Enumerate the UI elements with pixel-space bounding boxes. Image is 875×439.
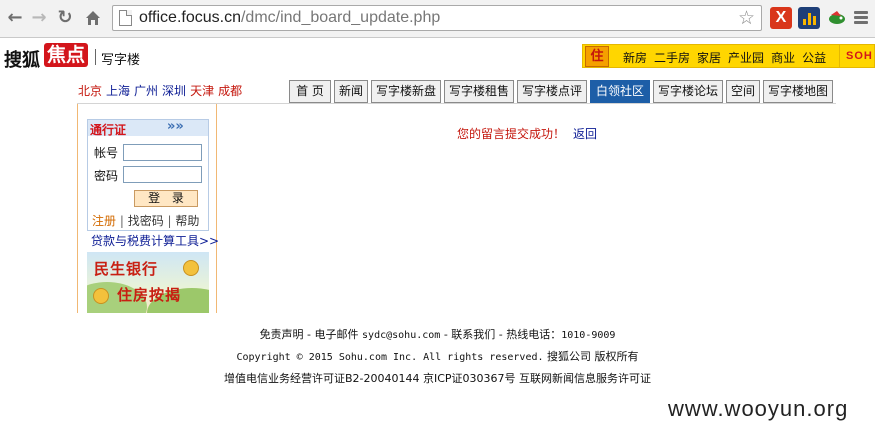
city-link[interactable]: 广州 [134,84,158,98]
login-button[interactable]: 登 录 [134,190,198,207]
find-password-link[interactable]: 找密码 [128,214,164,228]
footer-links[interactable]: 免责声明 - 电子邮件 [260,328,359,341]
city-selector: 北京 上海 广州 深圳 天津 成都 [78,82,246,99]
nav-tab[interactable]: 首 页 [289,80,331,103]
banner-line2: 住房按揭 [117,286,182,304]
coin-icon [183,260,199,276]
loan-tax-calculator-link[interactable]: 贷款与税费计算工具>> [91,232,219,249]
topnav-item[interactable]: 二手房 [654,51,690,65]
footer-line3: 增值电信业务经营许可证B2-20040144 京ICP证030367号 互联网新… [0,370,875,386]
extension-x-icon[interactable]: X [770,7,792,29]
back-link[interactable]: 返回 [573,127,597,141]
footer-licenses: 增值电信业务经营许可证B2-20040144 京ICP证030367号 互联网新… [223,372,652,385]
topnav-item[interactable]: 家居 [697,51,721,65]
nav-tab[interactable]: 新闻 [334,80,368,103]
footer-copyright: Copyright © 2015 Sohu.com Inc. All right… [236,352,544,363]
footer-line2: Copyright © 2015 Sohu.com Inc. All right… [0,348,875,364]
city-link[interactable]: 天津 [190,84,214,98]
footer-contact[interactable]: - 联系我们 - 热线电话： [444,328,561,341]
menu-icon[interactable] [852,7,870,29]
topnav-item[interactable]: 新房 [623,51,647,65]
nav-tab[interactable]: 写字楼地图 [763,80,833,103]
sidebar: 通行证 »» 帐号 密码 登 录 注册 | 找密码 | 帮助 贷款与税费计算工具… [77,104,219,313]
help-link[interactable]: 帮助 [175,214,199,228]
account-input[interactable] [123,144,202,161]
address-bar[interactable]: office.focus.cn/dmc/ind_board_update.php… [112,5,762,31]
login-links: 注册 | 找密码 | 帮助 [92,214,200,228]
success-text: 您的留言提交成功！ [457,127,566,141]
register-link[interactable]: 注册 [92,214,116,228]
coin-icon [93,288,109,304]
topnav-item[interactable]: 公益 [802,51,826,65]
city-link[interactable]: 北京 [78,84,102,98]
back-arrow-icon[interactable]: ← [4,7,26,29]
forward-arrow-icon[interactable]: → [28,7,50,29]
footer-company: 搜狐公司 版权所有 [547,350,639,363]
nav-tab[interactable]: 写字楼论坛 [653,80,723,103]
password-input[interactable] [123,166,202,183]
watermark: www.wooyun.org [668,396,849,421]
city-link[interactable]: 深圳 [162,84,186,98]
topnav-item[interactable]: 产业园 [728,51,764,65]
top-channel-nav: 住 新房 二手房 家居 产业园 商业 公益 [582,44,840,68]
nav-tab[interactable]: 写字楼租售 [444,80,514,103]
footer-email[interactable]: sydc@sohu.com [362,330,440,341]
nav-tab[interactable]: 白领社区 [590,80,650,103]
login-panel: 通行证 »» 帐号 密码 登 录 注册 | 找密码 | 帮助 [87,119,209,231]
home-icon[interactable] [82,7,104,29]
city-link[interactable]: 成都 [218,84,242,98]
nav-tab[interactable]: 写字楼点评 [517,80,587,103]
account-label: 帐号 [94,146,119,160]
double-chevron-icon: »» [167,119,184,134]
pass-title: 通行证 [90,123,127,137]
reload-icon[interactable]: ↻ [54,7,76,29]
footer-phone: 1010-9009 [561,330,616,341]
password-label: 密码 [94,169,119,183]
browser-toolbar: ← → ↻ office.focus.cn/dmc/ind_board_upda… [0,0,875,38]
focus-home-icon[interactable]: 住 [585,46,609,67]
nav-tab[interactable]: 写字楼新盘 [371,80,441,103]
banner-line1: 民生银行 [94,260,159,278]
page-icon [119,10,132,26]
footer-line1: 免责声明 - 电子邮件 sydc@sohu.com - 联系我们 - 热线电话：… [0,326,875,342]
sohu-badge[interactable]: SOH [840,44,875,68]
nav-tab[interactable]: 空间 [726,80,760,103]
section-title: 写字楼 [101,53,141,68]
result-message: 您的留言提交成功！ 返回 [457,125,597,142]
logo-divider [95,49,96,65]
url-text[interactable]: office.focus.cn/dmc/ind_board_update.php [139,9,440,27]
extension-bird-icon[interactable] [826,7,848,29]
sohu-logo[interactable]: 搜狐 [4,46,40,72]
city-link[interactable]: 上海 [106,84,130,98]
bookmark-star-icon[interactable]: ☆ [738,7,755,29]
login-panel-header: 通行证 »» [88,119,208,137]
extension-chart-icon[interactable] [798,7,820,29]
topnav-item[interactable]: 商业 [771,51,795,65]
cmbc-mortgage-banner[interactable]: 民生银行 住房按揭 [87,252,209,313]
focus-logo[interactable]: 焦点 [44,43,89,67]
